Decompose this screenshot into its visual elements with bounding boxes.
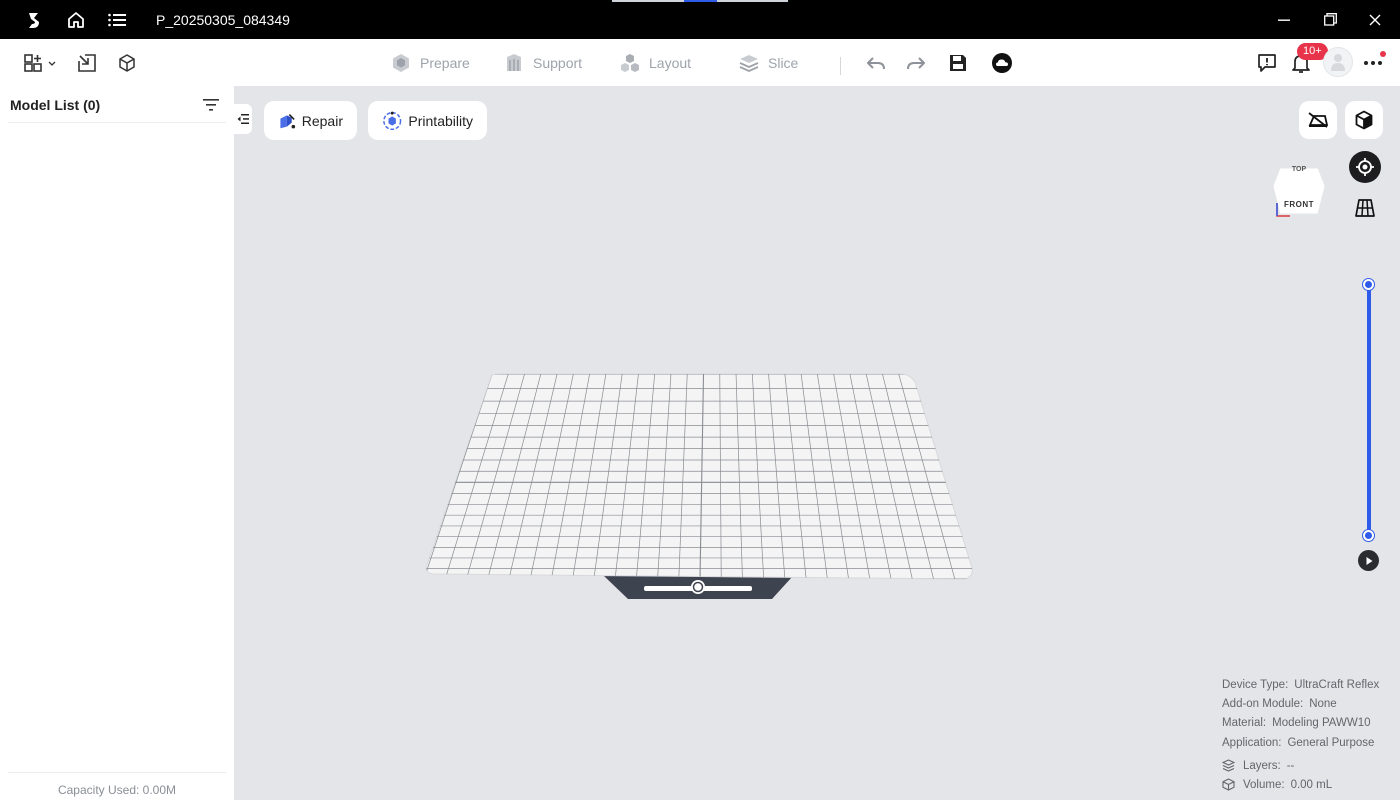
add-model-button[interactable] xyxy=(20,39,60,86)
info-value: UltraCraft Reflex xyxy=(1294,679,1380,691)
import-icon xyxy=(78,53,96,72)
model-cube-icon xyxy=(119,53,135,72)
undo-button[interactable] xyxy=(864,39,888,86)
step-label: Prepare xyxy=(420,54,470,71)
info-label: Application: xyxy=(1222,737,1282,749)
locate-icon xyxy=(1356,158,1374,176)
main-toolbar: Prepare Support Layout Slice 10+ xyxy=(0,39,1400,86)
repair-label: Repair xyxy=(301,112,343,129)
more-alert-dot xyxy=(1380,51,1386,57)
addon-module-info: Add-on Module: None xyxy=(1222,698,1337,710)
feedback-icon xyxy=(1258,53,1276,72)
info-label: Add-on Module: xyxy=(1222,698,1304,710)
layer-slider-track[interactable] xyxy=(1367,284,1371,536)
feedback-button[interactable] xyxy=(1255,39,1279,86)
restore-icon[interactable] xyxy=(1318,0,1342,39)
repair-button[interactable]: Repair xyxy=(264,101,357,140)
title-tab-indicator xyxy=(612,0,788,2)
layer-slider-bottom-handle[interactable] xyxy=(1363,530,1374,541)
cube-view-icon xyxy=(1355,110,1373,130)
step-prepare[interactable]: Prepare xyxy=(390,39,470,86)
hide-platform-icon xyxy=(1308,112,1329,128)
viewcube-shape xyxy=(1272,167,1326,217)
volume-icon xyxy=(1222,778,1235,791)
divider xyxy=(8,122,226,123)
info-label: Volume: xyxy=(1243,778,1285,791)
filter-icon[interactable] xyxy=(201,95,221,115)
menu-list-icon[interactable] xyxy=(106,0,128,39)
model-list-title: Model List (0) xyxy=(10,97,101,113)
document-title: P_20250305_084349 xyxy=(156,12,290,28)
info-label: Device Type: xyxy=(1222,679,1289,691)
locate-button[interactable] xyxy=(1349,151,1381,183)
info-value: Modeling PAWW10 xyxy=(1272,717,1371,729)
printability-button[interactable]: Printability xyxy=(368,101,487,140)
import-button[interactable] xyxy=(75,39,99,86)
cloud-icon xyxy=(992,52,1012,73)
layer-slider-top-handle[interactable] xyxy=(1363,279,1374,290)
collapse-left-icon xyxy=(237,114,249,124)
close-icon[interactable] xyxy=(1363,0,1387,39)
application-info: Application: General Purpose xyxy=(1222,737,1374,749)
printability-label: Printability xyxy=(408,112,473,129)
save-icon xyxy=(950,54,966,71)
view-cube[interactable]: TOP FRONT xyxy=(1272,166,1326,218)
model-list-panel: Model List (0) Capacity Used: 0.00M xyxy=(0,86,234,800)
grid-platform-icon xyxy=(1355,199,1375,217)
user-avatar-icon xyxy=(1331,54,1345,71)
collapse-panel-button[interactable] xyxy=(234,104,252,134)
redo-button[interactable] xyxy=(904,39,928,86)
step-label: Support xyxy=(533,54,583,71)
info-value: -- xyxy=(1286,759,1295,772)
viewcube-top-label: TOP xyxy=(1291,166,1307,173)
grid-view-button[interactable] xyxy=(1352,195,1378,221)
build-platform xyxy=(425,373,973,599)
info-value: None xyxy=(1309,698,1337,710)
title-bar: P_20250305_084349 xyxy=(0,0,1400,39)
home-icon[interactable] xyxy=(64,0,88,39)
app-logo-icon[interactable] xyxy=(22,0,46,39)
minimize-icon[interactable] xyxy=(1272,0,1296,39)
play-icon xyxy=(1366,556,1372,565)
add-model-icon xyxy=(24,53,56,72)
avatar[interactable] xyxy=(1323,47,1353,77)
step-label: Slice xyxy=(768,54,799,71)
undo-icon xyxy=(867,56,885,69)
info-label: Material: xyxy=(1222,717,1267,729)
printability-icon xyxy=(383,111,402,130)
repair-icon xyxy=(280,113,296,128)
view-3d-button[interactable] xyxy=(1345,101,1383,139)
step-label: Layout xyxy=(649,54,692,71)
viewcube-front-label: FRONT xyxy=(1283,200,1315,209)
layers-icon xyxy=(1222,759,1235,772)
step-support[interactable]: Support xyxy=(503,39,582,86)
save-button[interactable] xyxy=(946,39,970,86)
play-button[interactable] xyxy=(1358,550,1379,571)
layout-icon xyxy=(621,53,639,72)
info-value: General Purpose xyxy=(1287,737,1375,749)
material-info: Material: Modeling PAWW10 xyxy=(1222,717,1371,729)
model-cube-button[interactable] xyxy=(116,39,138,86)
support-icon xyxy=(507,53,521,71)
step-layout[interactable]: Layout xyxy=(619,39,691,86)
cloud-button[interactable] xyxy=(990,39,1014,86)
step-slice[interactable]: Slice xyxy=(738,39,798,86)
volume-info: Volume: 0.00 mL xyxy=(1222,778,1332,791)
more-button[interactable] xyxy=(1362,39,1384,86)
slice-icon xyxy=(739,54,759,72)
divider xyxy=(8,772,226,773)
redo-icon xyxy=(907,56,925,69)
toolbar-divider xyxy=(840,57,841,75)
info-value: 0.00 mL xyxy=(1290,778,1333,791)
layers-info: Layers: -- xyxy=(1222,759,1294,772)
prepare-icon xyxy=(393,53,409,72)
capacity-used: Capacity Used: 0.00M xyxy=(57,783,177,797)
platform-plate xyxy=(425,373,973,580)
hide-toggle-button[interactable] xyxy=(1299,101,1337,139)
more-icon xyxy=(1364,60,1382,65)
info-label: Layers: xyxy=(1243,759,1281,772)
device-type-info: Device Type: UltraCraft Reflex xyxy=(1222,679,1379,691)
